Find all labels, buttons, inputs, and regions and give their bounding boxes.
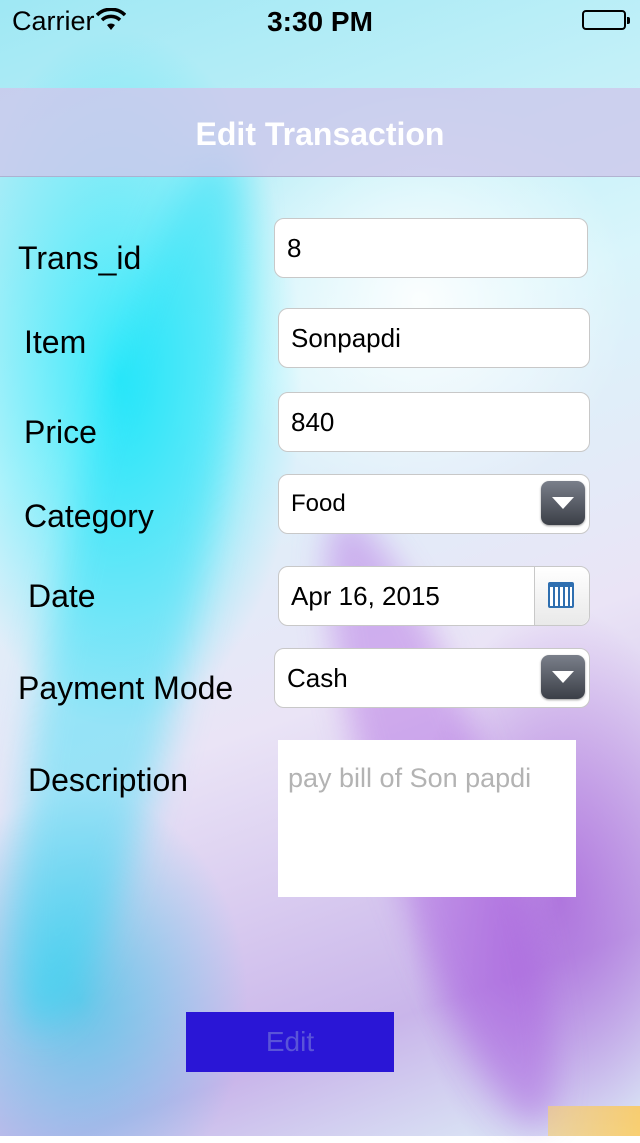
item-label: Item [24, 324, 87, 360]
date-field[interactable]: Apr 16, 2015 [278, 566, 590, 626]
date-value: Apr 16, 2015 [291, 580, 440, 611]
calendar-icon [548, 582, 574, 608]
chevron-down-icon[interactable] [541, 655, 585, 699]
trans-id-field[interactable]: 8 [274, 218, 588, 278]
status-time: 3:30 PM [267, 6, 373, 37]
page-title: Edit Transaction [195, 116, 445, 152]
trans-id-value: 8 [287, 232, 302, 263]
date-label: Date [28, 578, 96, 614]
chevron-down-icon[interactable] [541, 481, 585, 525]
item-value: Sonpapdi [291, 322, 401, 353]
edit-button-label: Edit [265, 1026, 315, 1057]
status-bar: Carrier 3:30 PM [0, 0, 640, 40]
category-dropdown[interactable]: Food [278, 474, 590, 534]
calendar-button[interactable] [534, 567, 589, 625]
navigation-bar: Edit Transaction [0, 88, 640, 177]
edit-button[interactable]: Edit [186, 1012, 394, 1072]
category-value: Food [291, 490, 346, 517]
price-label: Price [24, 414, 97, 450]
category-label: Category [24, 498, 154, 534]
payment-mode-dropdown[interactable]: Cash [274, 648, 590, 708]
trans-id-label: Trans_id [18, 240, 142, 276]
description-text: pay bill of Son papdi [288, 763, 532, 793]
description-label: Description [28, 762, 189, 798]
description-textarea[interactable]: pay bill of Son papdi [278, 740, 576, 897]
corner-decoration [548, 1106, 640, 1136]
battery-icon [582, 10, 630, 30]
price-value: 840 [291, 406, 335, 437]
payment-mode-label: Payment Mode [18, 670, 234, 706]
payment-mode-value: Cash [287, 662, 348, 693]
price-field[interactable]: 840 [278, 392, 590, 452]
item-field[interactable]: Sonpapdi [278, 308, 590, 368]
